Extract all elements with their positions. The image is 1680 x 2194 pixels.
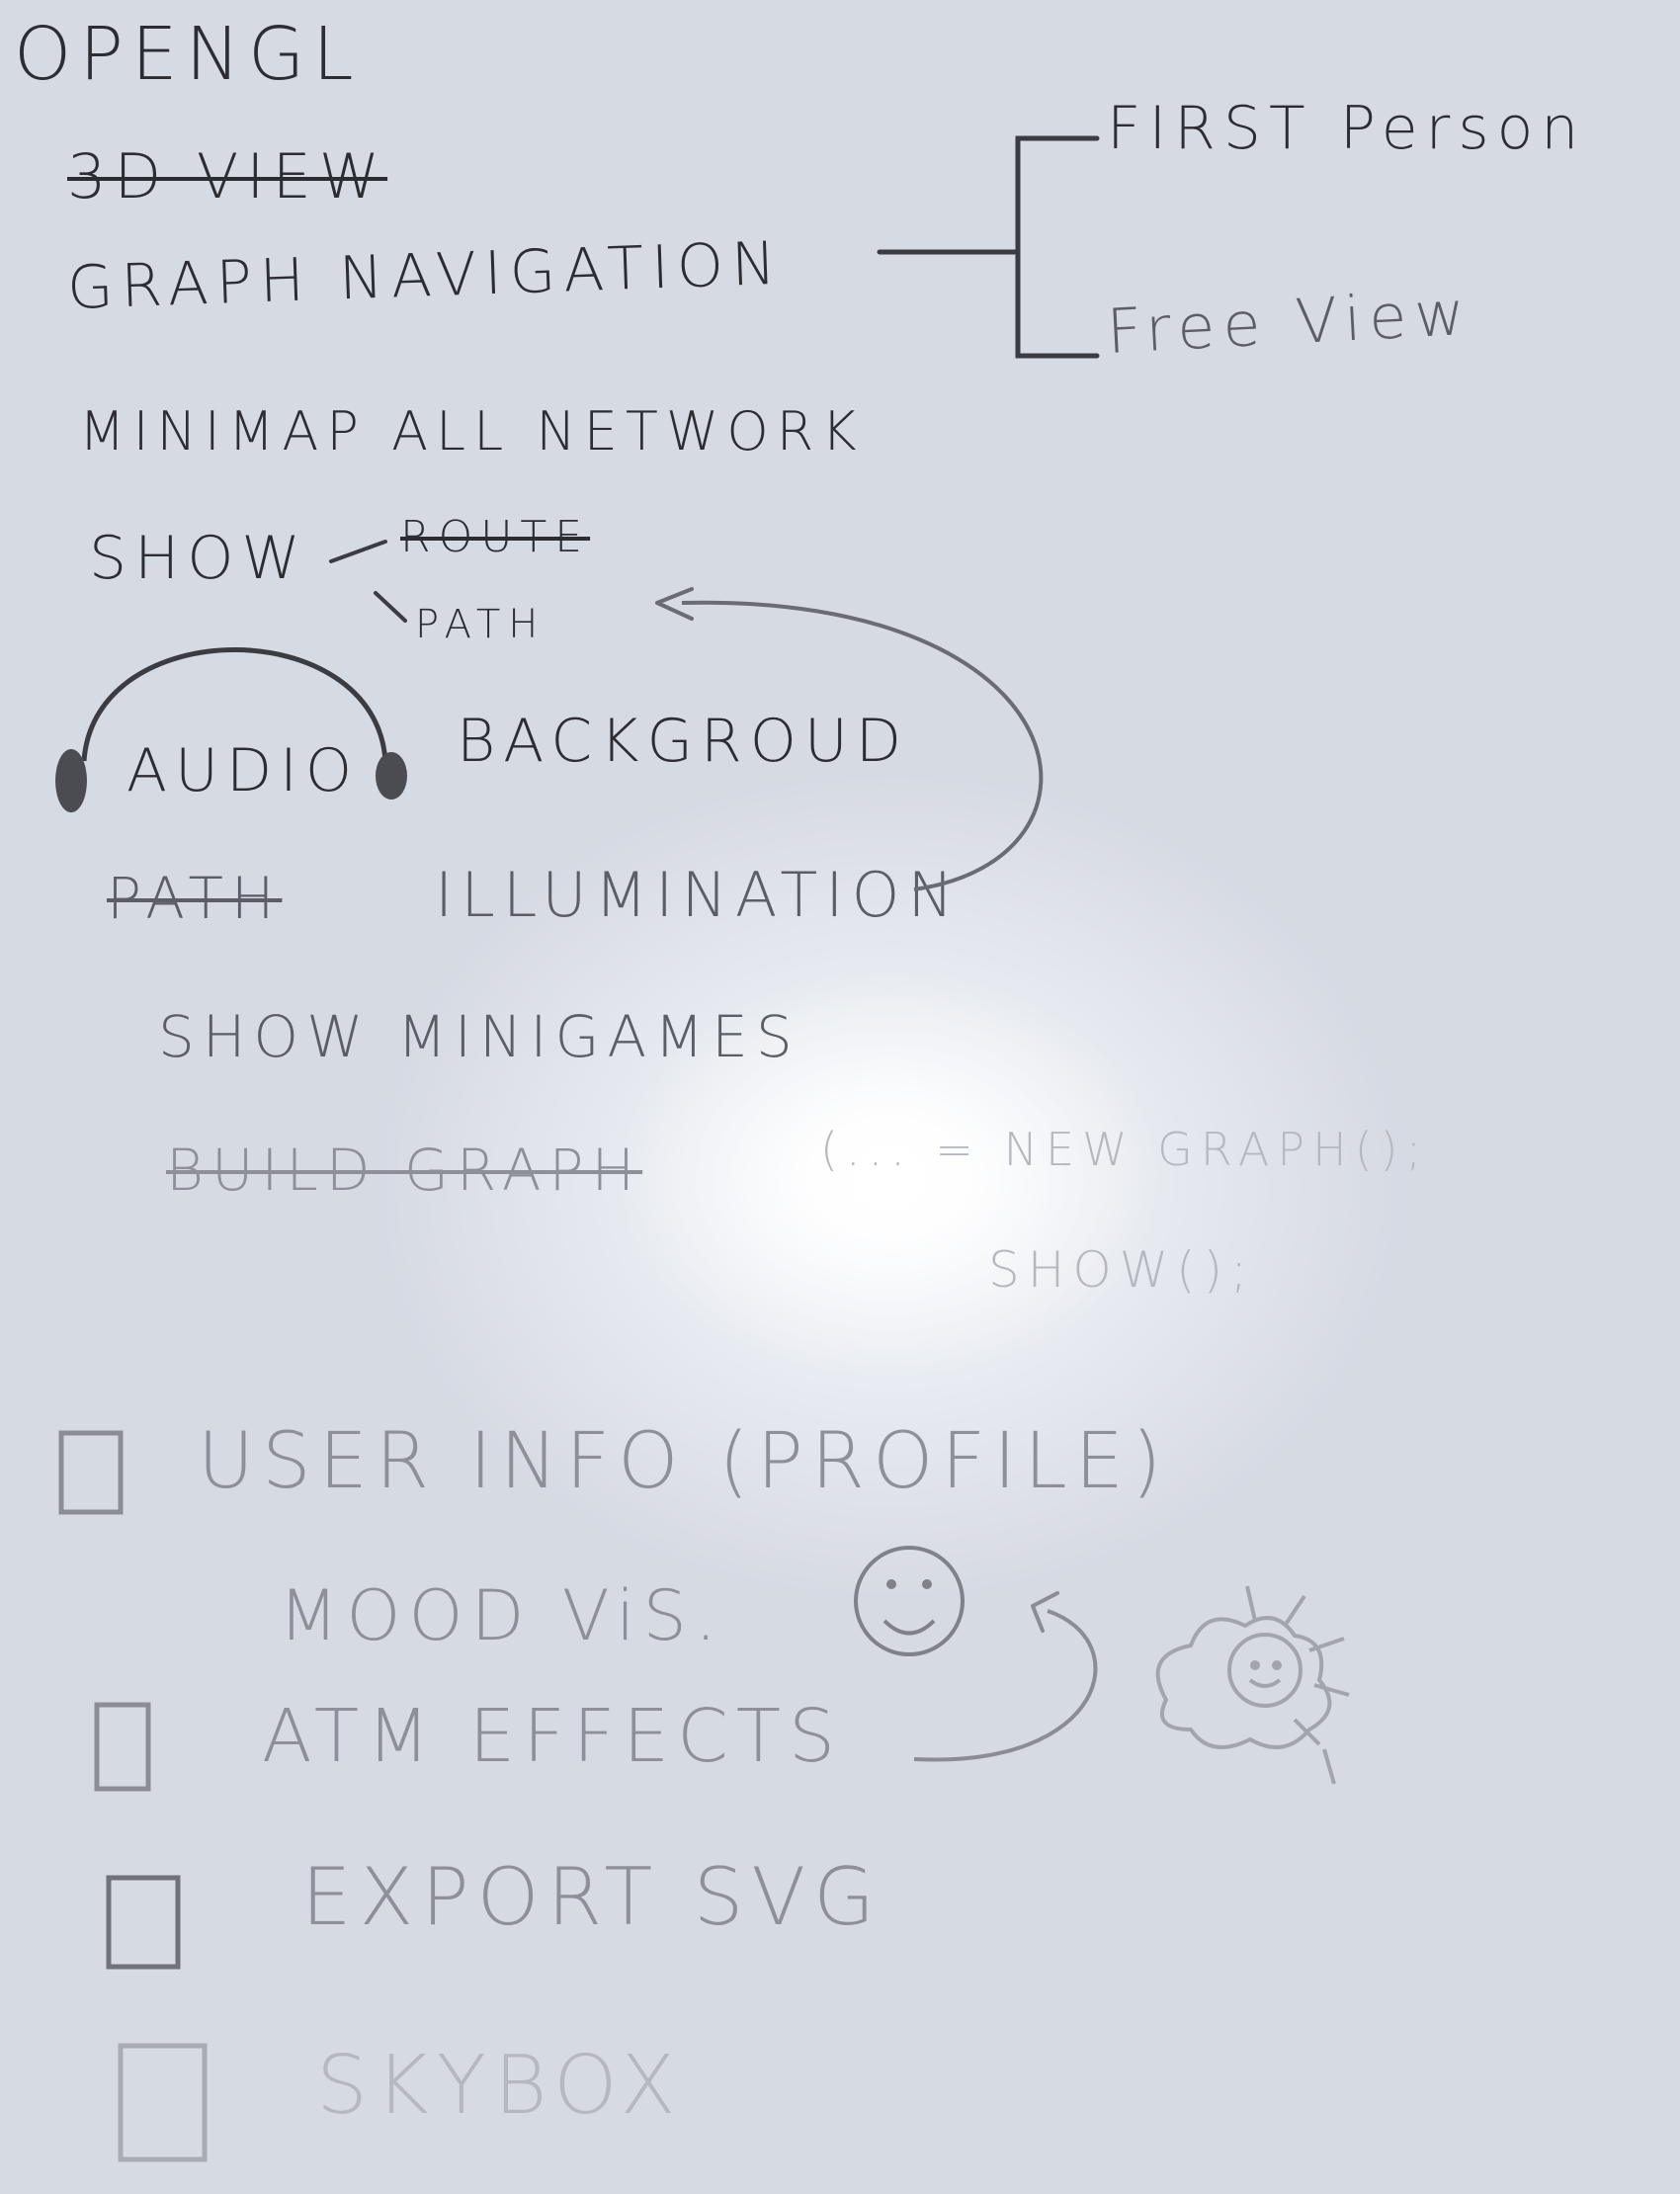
- note-mood-vis: MOOD ViS.: [279, 1575, 725, 1656]
- checkbox-atm-effects: [94, 1702, 151, 1792]
- note-illumination: ILLUMINATION: [435, 859, 962, 931]
- note-atm-effects: ATM EFFECTS: [262, 1694, 843, 1779]
- headphones-right-cup: [376, 752, 407, 800]
- branch-connector: [877, 135, 1100, 359]
- show-branch-lines: [329, 540, 407, 623]
- checkbox-skybox: [118, 2043, 208, 2162]
- note-minimap: MINIMAP ALL NETWORK: [79, 400, 865, 463]
- note-route: ROUTE: [400, 512, 591, 562]
- note-user-info: USER INFO (PROFILE): [198, 1417, 1170, 1506]
- note-audio: AUDIO: [126, 736, 361, 805]
- illumination-arrowhead: [655, 587, 694, 621]
- checkbox-user-info: [58, 1430, 124, 1515]
- note-3d-view: 3D VIEW: [67, 140, 388, 212]
- note-skybox: SKYBOX: [316, 2039, 684, 2133]
- note-first-person: FIRST Person: [1107, 94, 1587, 163]
- whiteboard: OPENGL 3D VIEW GRAPH NAVIGATION FIRST Pe…: [0, 0, 1680, 2194]
- headphones-left-cup: [55, 749, 87, 812]
- note-opengl: OPENGL: [14, 12, 362, 97]
- note-graph-navigation: GRAPH NAVIGATION: [65, 228, 786, 323]
- cloud-sun-icon: [1155, 1585, 1350, 1785]
- note-path: PATH: [415, 602, 546, 647]
- note-code-line-2: SHOW();: [988, 1241, 1255, 1299]
- note-background: BACKGROUD: [457, 707, 910, 776]
- note-code-line-1: (... = NEW GRAPH();: [820, 1123, 1430, 1176]
- note-build-graph: BUILD GRAPH: [166, 1137, 643, 1204]
- note-show-minigames: SHOW MINIGAMES: [158, 1003, 800, 1070]
- atm-arrowhead: [1031, 1591, 1059, 1633]
- note-export-svg: EXPORT SVG: [301, 1851, 883, 1943]
- note-path-strike: PATH: [107, 865, 283, 932]
- atm-arrow: [913, 1609, 1098, 1762]
- smiley-icon: [854, 1546, 965, 1656]
- note-show: SHOW: [89, 524, 308, 593]
- note-free-view: Free View: [1105, 276, 1474, 368]
- checkbox-export-svg: [106, 1875, 181, 1970]
